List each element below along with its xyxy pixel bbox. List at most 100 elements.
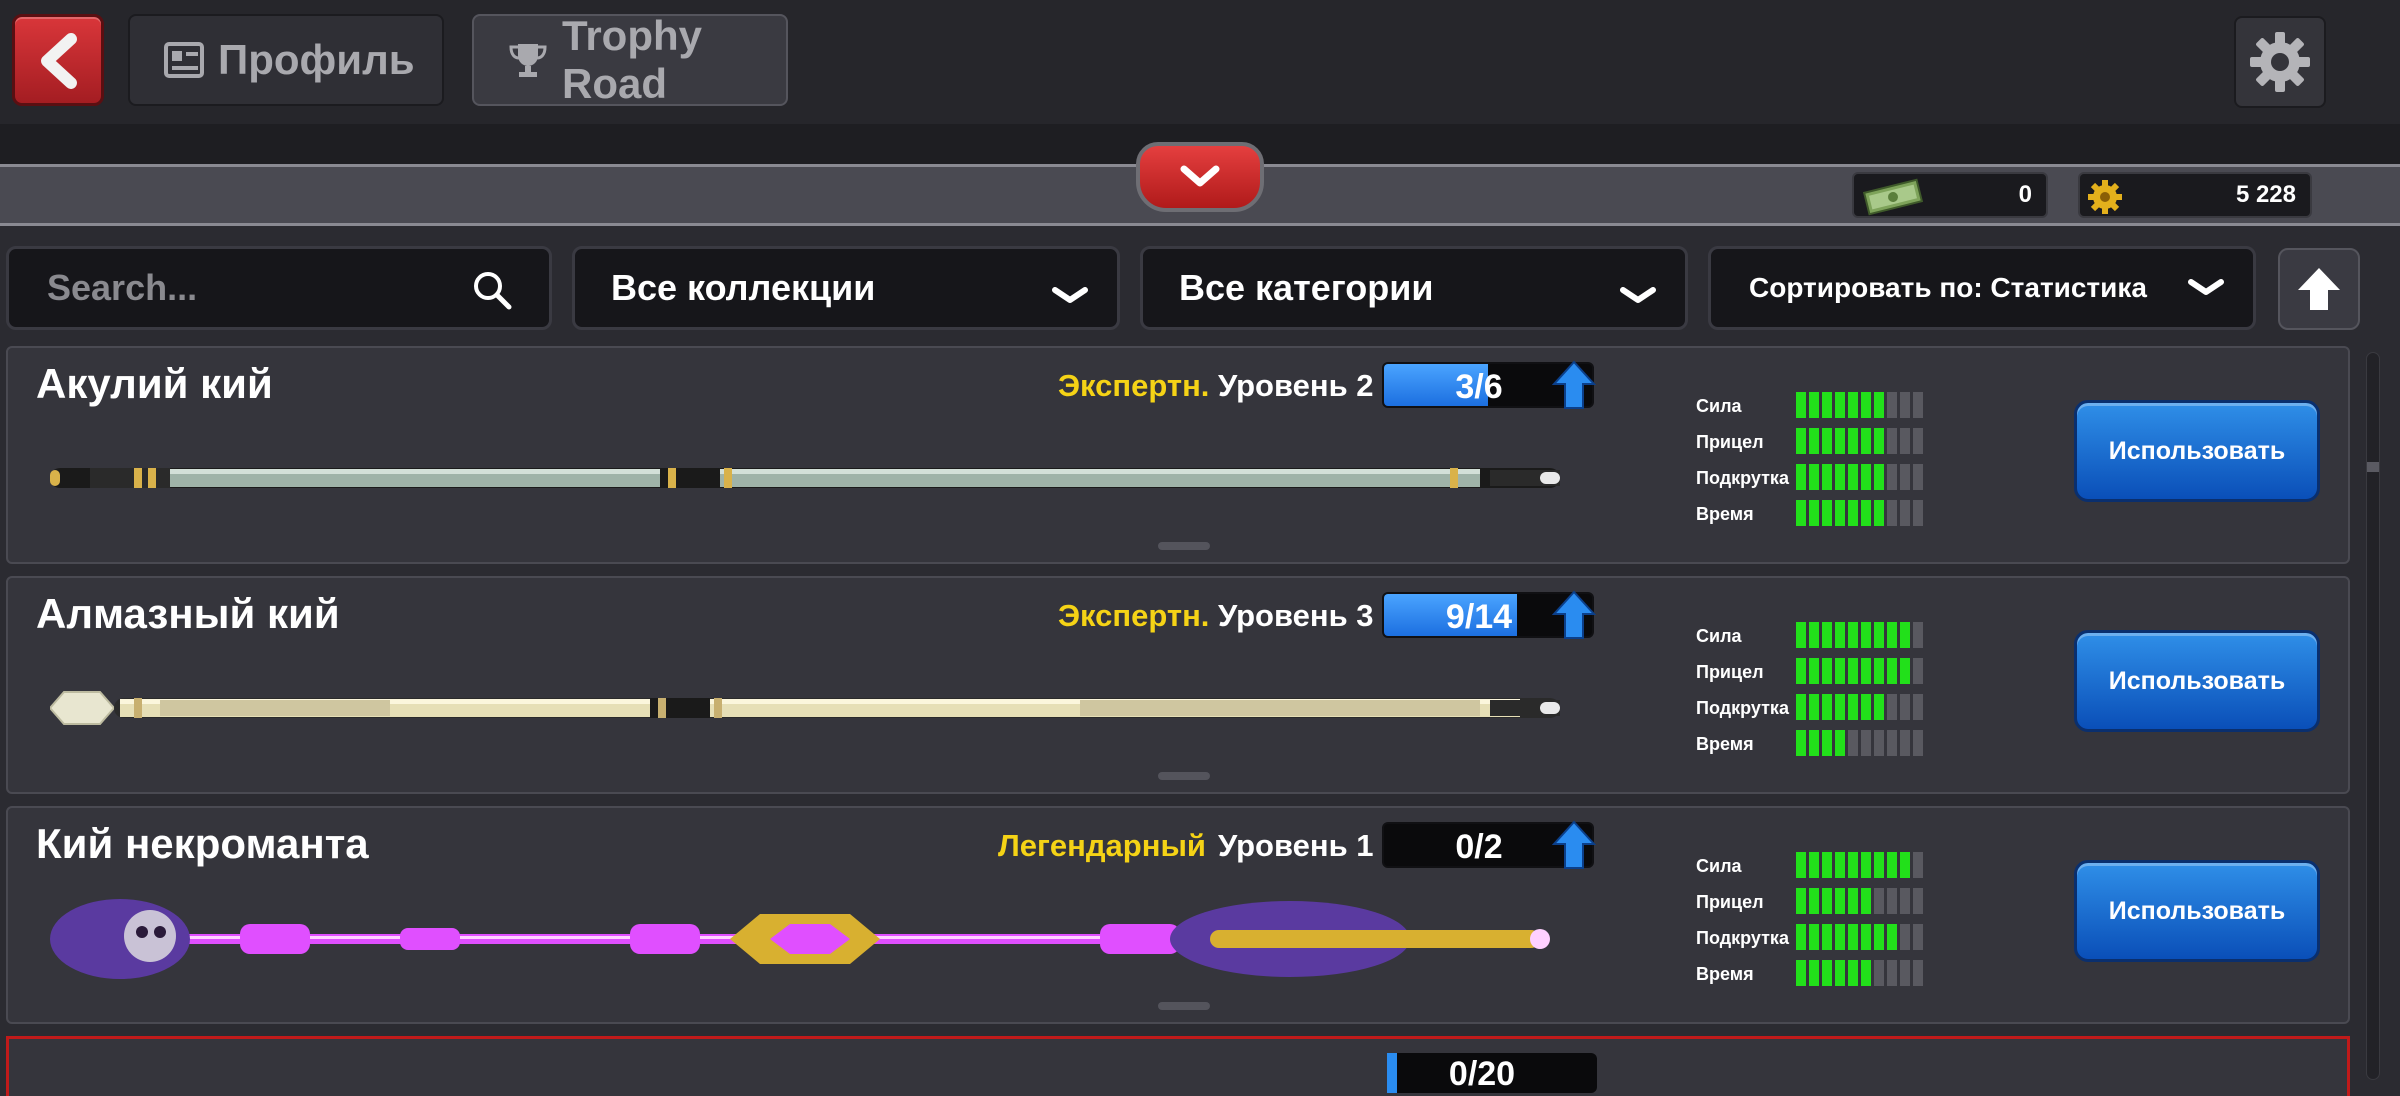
stat-bar-segment: [1822, 730, 1832, 756]
stat-bar-segment: [1913, 392, 1923, 418]
coins-counter: 5 228: [2078, 172, 2312, 218]
stat-bar-segment: [1835, 428, 1845, 454]
use-button[interactable]: Использовать: [2074, 860, 2320, 962]
stat-bar-segment: [1809, 888, 1819, 914]
use-button[interactable]: Использовать: [2074, 400, 2320, 502]
search-input[interactable]: Search...: [6, 246, 552, 330]
stat-bar-segment: [1887, 694, 1897, 720]
stat-bar-segment: [1835, 694, 1845, 720]
profile-card-icon: [164, 42, 204, 78]
tab-trophy-road[interactable]: Trophy Road: [472, 12, 788, 107]
shark-cue-image: [50, 468, 1560, 488]
tab-trophy-road-label: Trophy Road: [562, 12, 703, 107]
stat-bar-segment: [1874, 694, 1884, 720]
stat-bar-segment: [1900, 694, 1910, 720]
tab-profile-label: Профиль: [218, 36, 415, 83]
cue-name: Акулий кий: [36, 360, 273, 407]
stat-bar-segment: [1796, 658, 1806, 684]
stat-bars: [1796, 658, 1926, 684]
stat-bar-segment: [1887, 924, 1897, 950]
stat-bar-segment: [1913, 464, 1923, 490]
stat-bar-segment: [1809, 924, 1819, 950]
stat-bar-segment: [1874, 658, 1884, 684]
stat-bar-segment: [1887, 852, 1897, 878]
scrollbar-thumb[interactable]: [2367, 462, 2379, 472]
stat-bar-segment: [1874, 888, 1884, 914]
stat-bar-segment: [1848, 694, 1858, 720]
stat-time: Время: [1696, 500, 1923, 528]
cue-progress-text: 0/20: [1448, 1055, 1516, 1093]
search-icon: [471, 269, 513, 320]
stat-bar-segment: [1874, 924, 1884, 950]
cash-counter: 0: [1852, 172, 2048, 218]
stat-bar-segment: [1848, 464, 1858, 490]
chevron-down-icon: [1619, 275, 1657, 317]
stat-bar-segment: [1900, 622, 1910, 648]
tab-profile[interactable]: Профиль: [128, 14, 444, 106]
stat-bar-segment: [1861, 428, 1871, 454]
stat-bar-segment: [1809, 852, 1819, 878]
card-handle[interactable]: [1158, 772, 1210, 780]
stat-bar-segment: [1835, 658, 1845, 684]
cue-rarity: Экспертн.: [1058, 368, 1210, 403]
stat-bar-segment: [1874, 464, 1884, 490]
use-button[interactable]: Использовать: [2074, 630, 2320, 732]
categories-label: Все категории: [1179, 267, 1434, 308]
stat-bar-segment: [1861, 960, 1871, 986]
stat-bar-segment: [1796, 852, 1806, 878]
back-button[interactable]: [12, 14, 104, 106]
stat-bar-segment: [1822, 464, 1832, 490]
stat-bar-segment: [1796, 924, 1806, 950]
stat-bar-segment: [1809, 392, 1819, 418]
stat-bar-segment: [1796, 500, 1806, 526]
stat-bar-segment: [1809, 428, 1819, 454]
categories-dropdown[interactable]: Все категории: [1140, 246, 1688, 330]
stat-bar-segment: [1822, 960, 1832, 986]
cash-value: 0: [2018, 181, 2032, 208]
card-handle[interactable]: [1158, 1002, 1210, 1010]
stat-bar-segment: [1913, 500, 1923, 526]
cue-progress-text: 0/2: [1455, 828, 1503, 866]
stat-bar-segment: [1848, 428, 1858, 454]
sort-label: Сортировать по: Статистика: [1749, 272, 2147, 303]
stat-bar-segment: [1874, 428, 1884, 454]
stat-bar-segment: [1913, 924, 1923, 950]
cue-card: Алмазный кий Экспертн. Уровень 3 9/14 Си…: [6, 576, 2350, 794]
stat-bar-segment: [1796, 694, 1806, 720]
upgrade-arrow-icon[interactable]: [1551, 360, 1597, 415]
stat-label: Подкрутка: [1696, 927, 1789, 948]
stat-label: Прицел: [1696, 661, 1764, 682]
stat-aim: Прицел: [1696, 888, 1923, 916]
sort-direction-button[interactable]: [2278, 248, 2360, 330]
cue-progress-text: 9/14: [1445, 598, 1513, 636]
stat-bar-segment: [1900, 960, 1910, 986]
chevron-down-icon: [1180, 165, 1220, 187]
sort-dropdown[interactable]: Сортировать по: Статистика: [1708, 246, 2256, 330]
stat-bar-segment: [1822, 852, 1832, 878]
stat-bar-segment: [1848, 960, 1858, 986]
collections-dropdown[interactable]: Все коллекции: [572, 246, 1120, 330]
stat-bar-segment: [1861, 924, 1871, 950]
cue-level: Уровень 3: [1218, 598, 1374, 633]
stat-bar-segment: [1822, 924, 1832, 950]
stat-time: Время: [1696, 730, 1923, 758]
upgrade-arrow-icon[interactable]: [1551, 820, 1597, 875]
settings-button[interactable]: [2234, 16, 2326, 108]
stat-bar-segment: [1809, 622, 1819, 648]
stat-bar-segment: [1796, 464, 1806, 490]
stat-spin: Подкрутка: [1696, 694, 1923, 722]
upgrade-arrow-icon[interactable]: [1551, 590, 1597, 645]
top-bar: Профиль Trophy Road: [0, 0, 2400, 124]
collapse-button[interactable]: [1136, 142, 1264, 212]
stat-label: Время: [1696, 733, 1754, 754]
card-handle[interactable]: [1158, 542, 1210, 550]
stat-bar-segment: [1835, 730, 1845, 756]
back-arrow-icon: [41, 33, 77, 89]
stat-bar-segment: [1835, 888, 1845, 914]
cue-progress-bar: 0/20: [1387, 1053, 1597, 1093]
arrow-up-icon: [2298, 268, 2340, 310]
stat-bar-segment: [1796, 622, 1806, 648]
stat-label: Прицел: [1696, 891, 1764, 912]
cue-card: Акулий кий Экспертн. Уровень 2 3/6 Сила …: [6, 346, 2350, 564]
stat-bar-segment: [1887, 464, 1897, 490]
